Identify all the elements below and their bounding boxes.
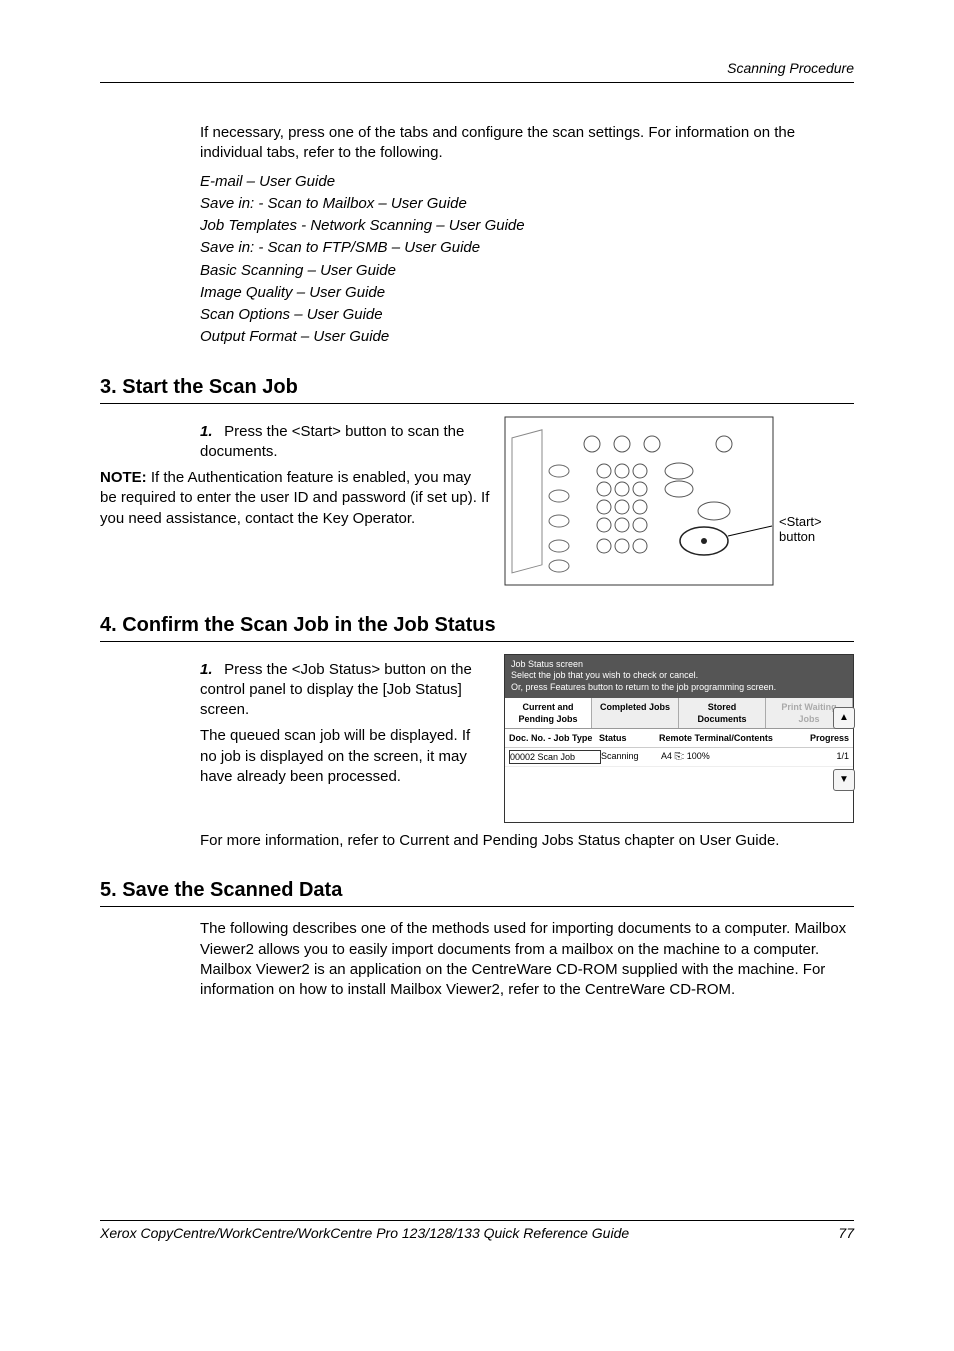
ref-item: Save in: - Scan to FTP/SMB – User Guide <box>200 238 854 258</box>
section-5-paragraph: The following describes one of the metho… <box>200 919 854 1000</box>
reference-list: E-mail – User Guide Save in: - Scan to M… <box>200 172 854 348</box>
section-4-text: 1. Press the <Job Status> button on the … <box>200 654 490 794</box>
note-label: NOTE: <box>100 469 147 486</box>
cell-doc: 00002 Scan Job <box>509 750 601 764</box>
note-text: If the Authentication feature is enabled… <box>100 469 489 527</box>
start-button-callout: <Start> button <box>779 514 822 545</box>
job-status-tabs: Current and Pending Jobs Completed Jobs … <box>505 698 853 729</box>
ref-item: Scan Options – User Guide <box>200 305 854 325</box>
js-subtitle2: Or, press Features button to return to t… <box>511 682 847 694</box>
header-section-title: Scanning Procedure <box>727 60 854 76</box>
tab-stored[interactable]: Stored Documents <box>679 698 766 728</box>
footer-left: Xerox CopyCentre/WorkCentre/WorkCentre P… <box>100 1225 629 1241</box>
step-number: 1. <box>200 422 220 442</box>
tab-current-pending[interactable]: Current and Pending Jobs <box>505 698 592 728</box>
job-status-screenshot: Job Status screen Select the job that yo… <box>504 654 854 824</box>
ref-item: Output Format – User Guide <box>200 327 854 347</box>
step-1-text: Press the <Job Status> button on the con… <box>200 661 472 719</box>
para-2: The queued scan job will be displayed. I… <box>200 726 490 787</box>
col-status: Status <box>599 732 659 744</box>
step-number: 1. <box>200 660 220 680</box>
section-3-heading: 3. Start the Scan Job <box>100 376 854 404</box>
col-doc: Doc. No. - Job Type <box>509 732 599 744</box>
page-header: Scanning Procedure <box>100 60 854 83</box>
cell-status: Scanning <box>601 750 661 764</box>
section-5-heading: 5. Save the Scanned Data <box>100 879 854 907</box>
section-3-text: 1. Press the <Start> button to scan the … <box>200 416 490 535</box>
cell-remote: A4 ⎘: 100% <box>661 750 799 764</box>
col-remote: Remote Terminal/Contents <box>659 732 799 744</box>
job-status-header: Job Status screen Select the job that yo… <box>505 655 853 698</box>
ref-item: Job Templates - Network Scanning – User … <box>200 216 854 236</box>
step-1-text: Press the <Start> button to scan the doc… <box>200 423 464 460</box>
job-status-row[interactable]: 00002 Scan Job Scanning A4 ⎘: 100% 1/1 <box>505 748 853 767</box>
intro-paragraph: If necessary, press one of the tabs and … <box>200 123 854 164</box>
tab-completed[interactable]: Completed Jobs <box>592 698 679 728</box>
scroll-down-button[interactable]: ▼ <box>833 769 855 791</box>
footer-page-number: 77 <box>838 1225 854 1241</box>
para-3: For more information, refer to Current a… <box>200 831 854 851</box>
ref-item: Save in: - Scan to Mailbox – User Guide <box>200 194 854 214</box>
ref-item: E-mail – User Guide <box>200 172 854 192</box>
js-subtitle: Select the job that you wish to check or… <box>511 670 847 682</box>
section-4-heading: 4. Confirm the Scan Job in the Job Statu… <box>100 614 854 642</box>
page-footer: Xerox CopyCentre/WorkCentre/WorkCentre P… <box>100 1220 854 1241</box>
job-status-columns: Doc. No. - Job Type Status Remote Termin… <box>505 729 853 748</box>
scroll-up-button[interactable]: ▲ <box>833 707 855 729</box>
ref-item: Image Quality – User Guide <box>200 283 854 303</box>
js-title: Job Status screen <box>511 659 847 671</box>
control-panel-figure: <Start> button <box>504 416 854 586</box>
ref-item: Basic Scanning – User Guide <box>200 261 854 281</box>
